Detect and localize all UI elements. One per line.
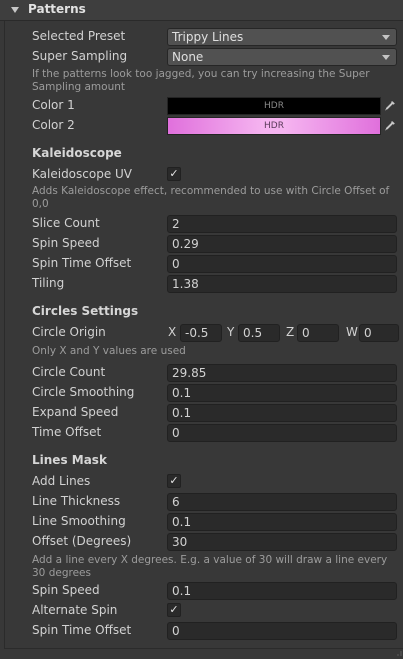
offset-degrees-field[interactable]: 30: [167, 533, 397, 551]
kaleidoscope-uv-toggle[interactable]: ✓: [167, 167, 181, 181]
kaleidoscope-uv-label: Kaleidoscope UV: [32, 167, 133, 181]
preset-dropdown[interactable]: Trippy Lines: [167, 28, 397, 46]
super-sampling-dropdown[interactable]: None: [167, 48, 397, 66]
line-smoothing-row: Line Smoothing 0.1: [0, 512, 403, 532]
add-lines-label: Add Lines: [32, 474, 91, 488]
spin-time-offset-field[interactable]: 0: [167, 255, 397, 273]
color1-swatch[interactable]: HDR: [167, 97, 381, 115]
line-thickness-label: Line Thickness: [32, 494, 121, 508]
lines-spin-time-offset-row: Spin Time Offset 0: [0, 621, 403, 641]
circle-count-field[interactable]: 29.85: [167, 364, 397, 382]
dropdown-arrow-icon: [382, 35, 390, 40]
alternate-spin-toggle[interactable]: ✓: [167, 603, 181, 617]
color1-hdr-tag: HDR: [264, 101, 284, 111]
alternate-spin-row: Alternate Spin ✓: [0, 601, 403, 621]
preset-value: Trippy Lines: [172, 30, 244, 44]
color1-row: Color 1 HDR: [0, 96, 403, 116]
expand-speed-row: Expand Speed 0.1: [0, 403, 403, 423]
origin-y-label: Y: [227, 325, 235, 339]
circle-origin-row: Circle Origin X -0.5 Y 0.5 Z 0 W 0: [0, 323, 403, 343]
add-lines-row: Add Lines ✓: [0, 472, 403, 492]
time-offset-row: Time Offset 0: [0, 423, 403, 443]
line-thickness-field[interactable]: 6: [167, 493, 397, 511]
origin-w-label: W: [346, 325, 358, 339]
lines-spin-speed-label: Spin Speed: [32, 583, 100, 597]
circle-origin-help: Only X and Y values are used: [32, 345, 186, 357]
kaleidoscope-uv-row: Kaleidoscope UV ✓: [0, 165, 403, 185]
lines-spin-time-offset-field[interactable]: 0: [167, 622, 397, 640]
circle-count-row: Circle Count 29.85: [0, 363, 403, 383]
color1-label: Color 1: [32, 98, 75, 112]
spin-time-offset-label: Spin Time Offset: [32, 256, 132, 270]
line-smoothing-label: Line Smoothing: [32, 514, 126, 528]
super-sampling-help: If the patterns look too jagged, you can…: [32, 68, 370, 93]
offset-degrees-label: Offset (Degrees): [32, 534, 132, 548]
offset-degrees-help: Add a line every X degrees. E.g. a value…: [32, 554, 388, 579]
preset-row: Selected Preset Trippy Lines: [0, 27, 403, 47]
spin-speed-label: Spin Speed: [32, 236, 100, 250]
super-sampling-label: Super Sampling: [32, 49, 128, 63]
lines-spin-time-offset-label: Spin Time Offset: [32, 623, 132, 637]
circle-smoothing-label: Circle Smoothing: [32, 385, 135, 399]
origin-z-label: Z: [286, 325, 295, 339]
eyedropper-icon[interactable]: [383, 118, 397, 134]
tiling-label: Tiling: [32, 276, 65, 290]
super-sampling-row: Super Sampling None: [0, 47, 403, 67]
kaleidoscope-help: Adds Kaleidoscope effect, recommended to…: [32, 185, 390, 210]
lines-spin-speed-row: Spin Speed 0.1: [0, 581, 403, 601]
origin-x-field[interactable]: -0.5: [180, 324, 222, 342]
preset-label: Selected Preset: [32, 29, 126, 43]
resize-grip-icon[interactable]: [396, 645, 402, 656]
slice-count-label: Slice Count: [32, 216, 100, 230]
eyedropper-icon[interactable]: [383, 98, 397, 114]
time-offset-label: Time Offset: [32, 425, 102, 439]
color2-label: Color 2: [32, 118, 75, 132]
spin-time-offset-row: Spin Time Offset 0: [0, 254, 403, 274]
origin-x-label: X: [168, 325, 177, 339]
lines-section-title: Lines Mask: [32, 453, 107, 467]
origin-y-field[interactable]: 0.5: [238, 324, 280, 342]
add-lines-toggle[interactable]: ✓: [167, 474, 181, 488]
slice-count-row: Slice Count 2: [0, 214, 403, 234]
tiling-row: Tiling 1.38: [0, 274, 403, 294]
circle-smoothing-row: Circle Smoothing 0.1: [0, 383, 403, 403]
kaleidoscope-section-title: Kaleidoscope: [32, 146, 122, 160]
circle-count-label: Circle Count: [32, 365, 106, 379]
tiling-field[interactable]: 1.38: [167, 275, 397, 293]
foldout-arrow-icon[interactable]: [11, 7, 19, 13]
expand-speed-label: Expand Speed: [32, 405, 119, 419]
dropdown-arrow-icon: [382, 55, 390, 60]
patterns-foldout-header[interactable]: Patterns: [0, 0, 403, 21]
expand-speed-field[interactable]: 0.1: [167, 404, 397, 422]
foldout-title: Patterns: [28, 2, 86, 16]
circle-smoothing-field[interactable]: 0.1: [167, 384, 397, 402]
color2-row: Color 2 HDR: [0, 116, 403, 136]
origin-w-field[interactable]: 0: [359, 324, 399, 342]
time-offset-field[interactable]: 0: [167, 424, 397, 442]
offset-degrees-row: Offset (Degrees) 30: [0, 532, 403, 552]
super-sampling-value: None: [172, 50, 204, 64]
spin-speed-row: Spin Speed 0.29: [0, 234, 403, 254]
circles-section-title: Circles Settings: [32, 304, 139, 318]
alternate-spin-label: Alternate Spin: [32, 603, 118, 617]
circle-origin-label: Circle Origin: [32, 325, 106, 339]
line-thickness-row: Line Thickness 6: [0, 492, 403, 512]
lines-spin-speed-field[interactable]: 0.1: [167, 582, 397, 600]
color2-hdr-tag: HDR: [264, 121, 284, 131]
line-smoothing-field[interactable]: 0.1: [167, 513, 397, 531]
color2-swatch[interactable]: HDR: [167, 117, 381, 135]
spin-speed-field[interactable]: 0.29: [167, 235, 397, 253]
slice-count-field[interactable]: 2: [167, 215, 397, 233]
origin-z-field[interactable]: 0: [297, 324, 339, 342]
